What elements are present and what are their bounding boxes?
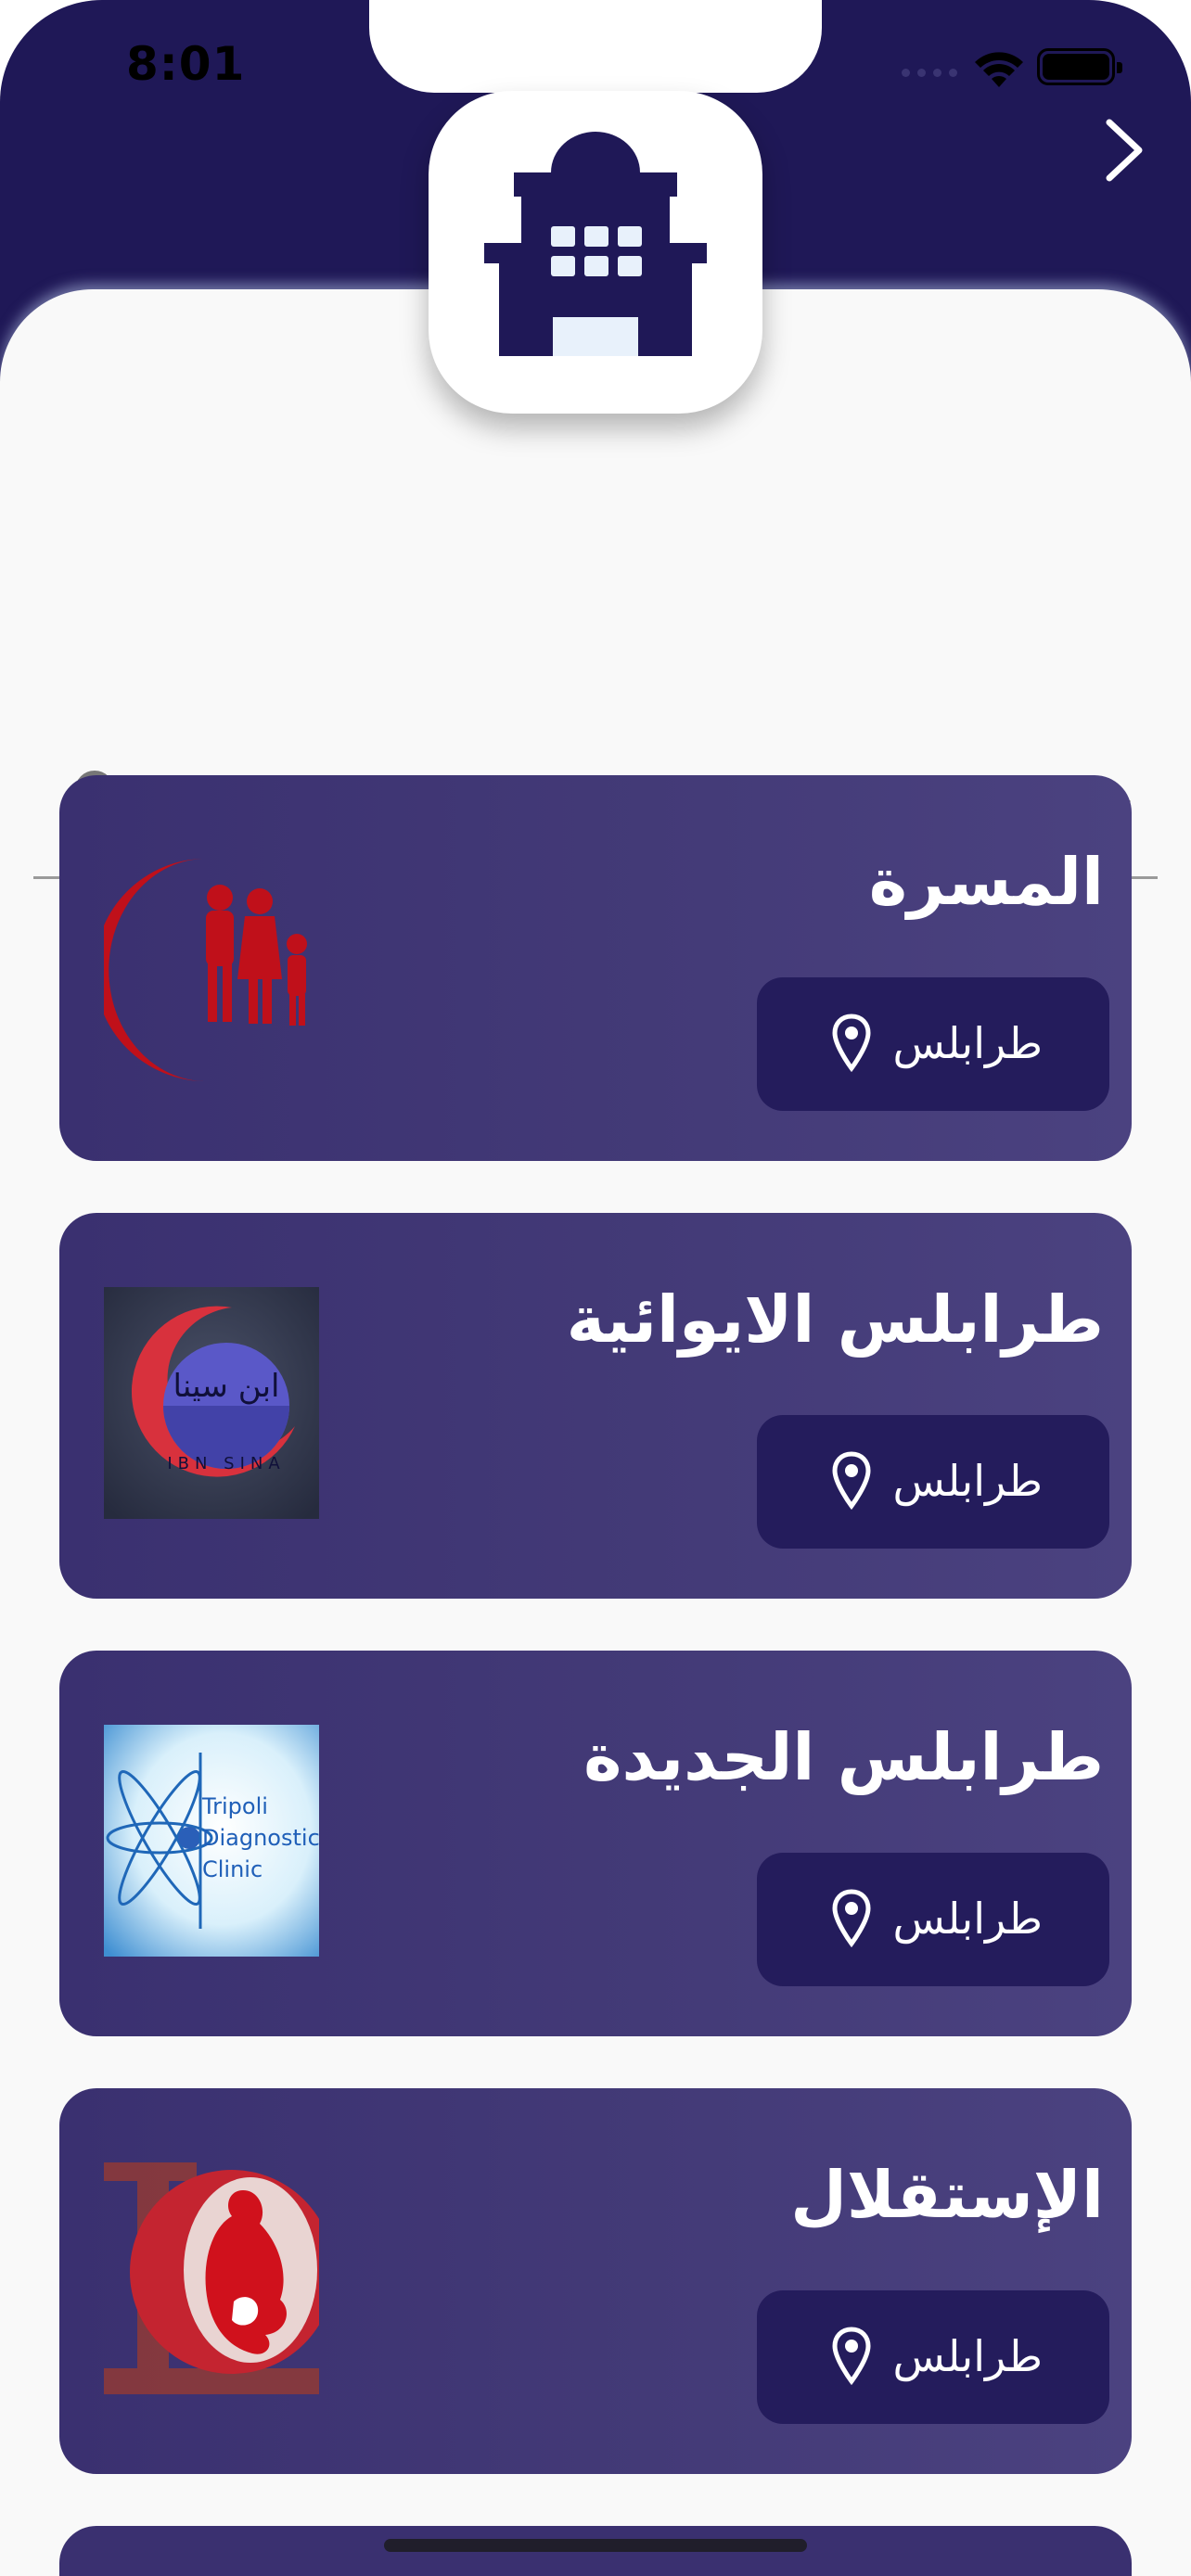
svg-text:Tripoli: Tripoli xyxy=(201,1793,268,1819)
content-sheet: المسرة طرابلس xyxy=(0,289,1191,2576)
svg-text:ابن سينا: ابن سينا xyxy=(173,1368,280,1405)
ibn-sina-logo: ابن سينا IBN SINA xyxy=(104,1287,319,1519)
location-button[interactable]: طرابلس xyxy=(757,977,1109,1111)
location-pin-icon xyxy=(832,2327,871,2386)
wifi-icon xyxy=(975,52,1023,87)
hospital-name: طرابلس الايوائية xyxy=(566,1282,1104,1358)
location-button[interactable]: طرابلس xyxy=(757,1853,1109,1986)
svg-text:Clinic: Clinic xyxy=(202,1856,263,1882)
status-time: 8:01 xyxy=(126,37,246,91)
app-badge xyxy=(429,91,762,414)
svg-text:Diagnostic: Diagnostic xyxy=(202,1825,319,1851)
building-icon xyxy=(484,132,707,356)
chevron-right-icon[interactable] xyxy=(1098,117,1150,184)
location-label: طرابلس xyxy=(892,2331,1043,2381)
app-screen: 8:01 المسرة طرابلس xyxy=(0,0,1191,2576)
location-pin-icon xyxy=(832,1014,871,1073)
hospital-card[interactable]: طرابلس الجديدة طرابلس Tripoli Diagnostic… xyxy=(59,1651,1132,2036)
location-pin-icon xyxy=(832,1889,871,1948)
hospital-card[interactable]: الإستقلال طرابلس xyxy=(59,2088,1132,2474)
crescent-family-logo xyxy=(104,859,307,1081)
mother-child-logo xyxy=(104,2162,319,2394)
location-label: طرابلس xyxy=(892,1894,1043,1944)
location-pin-icon xyxy=(832,1451,871,1511)
device-notch xyxy=(369,0,822,93)
tripoli-diagnostic-clinic-logo: Tripoli Diagnostic Clinic xyxy=(104,1725,319,1957)
location-button[interactable]: طرابلس xyxy=(757,2290,1109,2424)
location-button[interactable]: طرابلس xyxy=(757,1415,1109,1549)
hospital-card[interactable]: طرابلس الايوائية طرابلس ابن سينا IBN SIN… xyxy=(59,1213,1132,1599)
svg-text:IBN SINA: IBN SINA xyxy=(167,1454,285,1473)
hospital-name: الإستقلال xyxy=(790,2157,1104,2233)
home-indicator[interactable] xyxy=(384,2539,807,2552)
hospital-card[interactable]: المسرة طرابلس xyxy=(59,775,1132,1161)
cellular-signal-icon xyxy=(902,69,957,77)
hospital-name: طرابلس الجديدة xyxy=(583,1719,1104,1795)
location-label: طرابلس xyxy=(892,1456,1043,1506)
battery-icon xyxy=(1037,48,1122,85)
hospital-name: المسرة xyxy=(868,844,1104,920)
location-label: طرابلس xyxy=(892,1018,1043,1068)
